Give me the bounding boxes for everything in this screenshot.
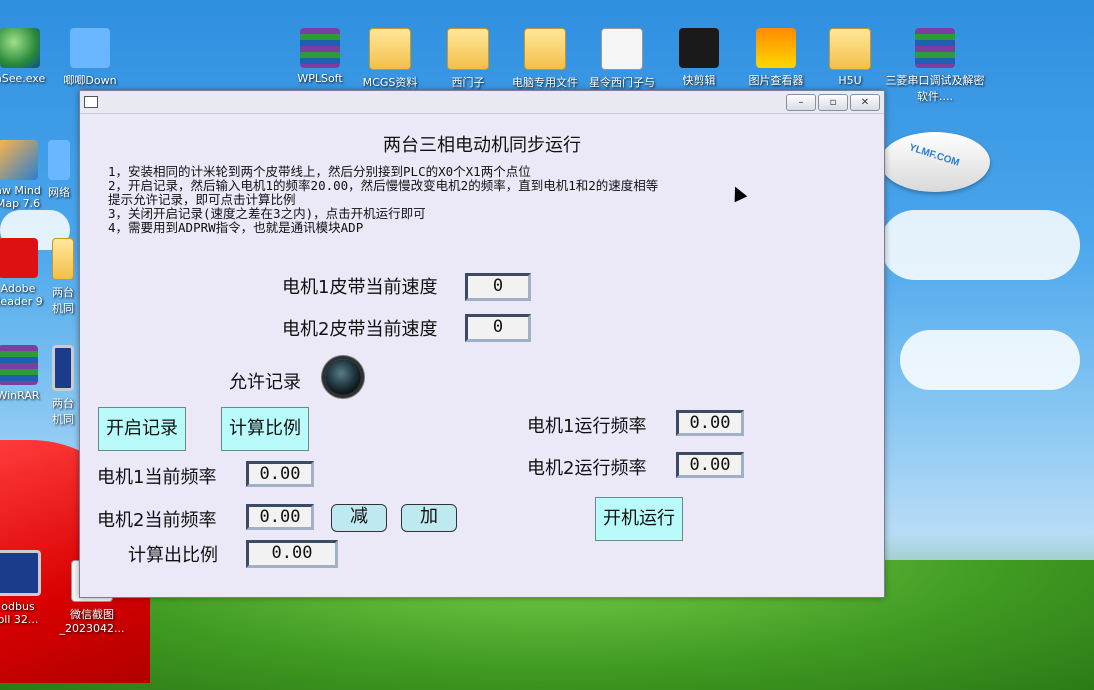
desktop-icon[interactable]: 三菱串口调试及解密软件.... [885, 28, 985, 104]
decrease-button[interactable]: 减 [331, 504, 387, 532]
minimize-button[interactable]: – [786, 94, 816, 111]
desktop-icon-label: odbus oll 32... [0, 600, 39, 626]
close-button[interactable]: ✕ [850, 94, 880, 111]
start-run-button[interactable]: 开机运行 [595, 497, 683, 541]
start-record-button[interactable]: 开启记录 [98, 407, 186, 451]
desktop-icon[interactable]: 唧唧Down [50, 28, 130, 88]
instruction-line: 1，安装相同的计米轮到两个皮带线上，然后分别接到PLC的X0个X1两个点位 [108, 164, 531, 179]
mindmap-icon [0, 140, 38, 180]
motor2-speed-label: 电机2皮带当前速度 [282, 319, 438, 340]
increase-button[interactable]: 加 [401, 504, 457, 532]
globe-icon [0, 28, 40, 68]
title-bar[interactable]: – ▫ ✕ [80, 91, 884, 114]
desktop-icon-label: 微信截图 _2023042... [59, 608, 125, 635]
desktop-icon[interactable]: 电脑专用文件 [505, 28, 585, 90]
instructions: 1，安装相同的计米轮到两个皮带线上，然后分别接到PLC的X0个X1两个点位 2，开… [108, 165, 658, 235]
desktop-icon-label: 电脑专用文件 [512, 76, 578, 89]
record-indicator-lamp [325, 359, 361, 395]
wplsoft-icon [300, 28, 340, 68]
desktop-icon[interactable]: 图片查看器 [736, 28, 816, 88]
desktop-icon-label: 网络 [48, 186, 70, 199]
motor2-run-freq-input[interactable]: 0.00 [676, 452, 744, 478]
desktop-icon-label: 星令西门子与 [589, 76, 655, 89]
desktop-icon-label: 西门子 [451, 76, 485, 89]
motor1-run-freq-label: 电机1运行频率 [527, 416, 647, 437]
instruction-line: 4，需要用到ADPRW指令，也就是通讯模块ADP [108, 220, 364, 235]
desktop-icon-label: 唧唧Down [63, 74, 117, 87]
blimp-decoration [880, 132, 990, 192]
calc-ratio-out-field: 0.00 [246, 540, 338, 568]
motor2-speed-field: 0 [465, 314, 531, 342]
motor1-speed-label: 电机1皮带当前速度 [282, 277, 438, 298]
desktop-icon[interactable]: 网络 [34, 140, 84, 200]
instruction-line: 3，关闭开启记录(速度之差在3之内)，点击开机运行即可 [108, 206, 426, 221]
motor1-cur-freq-label: 电机1当前频率 [97, 467, 217, 488]
app-window: – ▫ ✕ 两台三相电动机同步运行 1，安装相同的计米轮到两个皮带线上，然后分别… [79, 90, 885, 598]
network-icon [48, 140, 70, 180]
winrar-icon [0, 345, 38, 385]
motor2-cur-freq-label: 电机2当前频率 [97, 510, 217, 531]
folder-icon [524, 28, 566, 70]
desktop-icon-label: 三菱串口调试及解密软件.... [885, 74, 985, 103]
desktop-icon[interactable]: WPLSoft [280, 28, 360, 85]
desktop-icon-label: H5U [838, 74, 862, 87]
motor2-cur-freq-input[interactable]: 0.00 [246, 504, 314, 530]
desktop-icon-label: 图片查看器 [748, 74, 804, 87]
motor2-run-freq-label: 电机2运行频率 [527, 458, 647, 479]
app-icon [70, 28, 110, 68]
desktop-icon[interactable]: odbus oll 32... [0, 550, 58, 626]
desktop-icon[interactable]: 星令西门子与 [582, 28, 662, 90]
desktop-icon-label: 快剪辑 [682, 74, 716, 87]
folder-icon [829, 28, 871, 70]
folder-icon [369, 28, 411, 70]
cloud [880, 210, 1080, 280]
video-editor-icon [679, 28, 719, 68]
instruction-line: 2，开启记录，然后输入电机1的频率20.00，然后慢慢改变电机2的频率，直到电机… [108, 178, 659, 193]
motor1-cur-freq-input[interactable]: 0.00 [246, 461, 314, 487]
desktop-icon[interactable]: 快剪辑 [659, 28, 739, 88]
window-icon[interactable] [84, 96, 98, 108]
motor1-speed-field: 0 [465, 273, 531, 301]
desktop-icon-label: MCGS资料 [362, 76, 418, 89]
motor1-run-freq-input[interactable]: 0.00 [676, 410, 744, 436]
page-title: 两台三相电动机同步运行 [383, 135, 581, 156]
photo-icon [756, 28, 796, 68]
app-icon [52, 345, 74, 391]
calc-ratio-out-label: 计算出比例 [128, 545, 218, 566]
desktop-icon[interactable]: MCGS资料 [350, 28, 430, 90]
monitor-icon [0, 550, 41, 596]
allow-record-label: 允许记录 [229, 372, 301, 393]
document-icon [601, 28, 643, 70]
pdf-icon [0, 238, 38, 278]
desktop-icon[interactable]: 西门子 [428, 28, 508, 90]
maximize-button[interactable]: ▫ [818, 94, 848, 111]
desktop-icon[interactable]: H5U [810, 28, 890, 87]
folder-icon [52, 238, 74, 280]
folder-icon [447, 28, 489, 70]
calc-ratio-button[interactable]: 计算比例 [221, 407, 309, 451]
instruction-line: 提示允许记录，即可点击计算比例 [108, 192, 296, 207]
winrar-icon [915, 28, 955, 68]
desktop-icon-label: WPLSoft [297, 72, 343, 85]
cloud [900, 330, 1080, 390]
